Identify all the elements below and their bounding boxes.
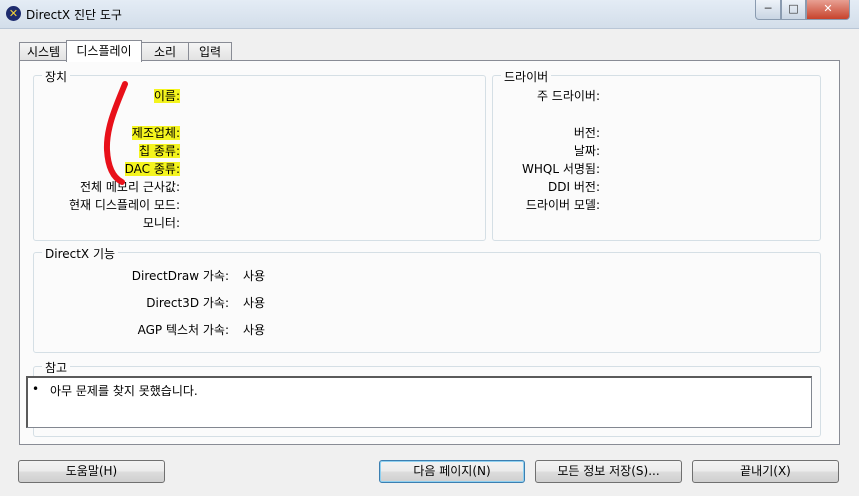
title-bar: ✕ DirectX 진단 도구 ─ □ ✕	[0, 0, 859, 29]
tab-input[interactable]: 입력	[188, 42, 232, 61]
feature-direct3d-value: 사용	[243, 296, 266, 310]
device-chip-type-label: 칩 종류:	[139, 144, 180, 158]
driver-ddi-version-label: DDI 버전:	[548, 180, 600, 194]
directx-icon: ✕	[6, 6, 21, 21]
tab-system[interactable]: 시스템	[19, 42, 68, 61]
driver-version-label: 버전:	[573, 126, 600, 140]
feature-directdraw-value: 사용	[243, 269, 266, 283]
feature-agp-value: 사용	[243, 323, 266, 337]
device-group-title: 장치	[42, 68, 71, 85]
note-item: 아무 문제를 찾지 못했습니다.	[50, 384, 198, 398]
device-manufacturer-label: 제조업체:	[131, 126, 180, 140]
notes-group-title: 참고	[42, 359, 71, 376]
note-bullet: •	[32, 382, 40, 396]
red-annotation-stroke	[103, 81, 128, 185]
features-group-title: DirectX 기능	[42, 245, 119, 262]
feature-agp-label: AGP 텍스처 가속:	[137, 323, 229, 337]
driver-whql-label: WHQL 서명됨:	[522, 162, 600, 176]
close-button[interactable]: ✕	[806, 0, 850, 20]
tab-sound[interactable]: 소리	[140, 42, 190, 61]
notes-textbox[interactable]: • 아무 문제를 찾지 못했습니다.	[26, 376, 812, 428]
tab-display[interactable]: 디스플레이	[66, 40, 142, 62]
feature-direct3d-label: Direct3D 가속:	[146, 296, 229, 310]
minimize-button[interactable]: ─	[755, 0, 781, 20]
maximize-button[interactable]: □	[781, 0, 806, 20]
feature-directdraw-label: DirectDraw 가속:	[131, 269, 229, 283]
driver-main-label: 주 드라이버:	[536, 89, 600, 103]
device-monitor-label: 모니터:	[142, 216, 180, 230]
next-page-button[interactable]: 다음 페이지(N)	[379, 460, 525, 483]
driver-group-title: 드라이버	[501, 68, 552, 85]
driver-model-label: 드라이버 모델:	[525, 198, 600, 212]
help-button[interactable]: 도움말(H)	[18, 460, 165, 483]
save-all-info-button[interactable]: 모든 정보 저장(S)...	[535, 460, 682, 483]
device-name-label: 이름:	[153, 89, 180, 103]
window-title: DirectX 진단 도구	[26, 8, 122, 22]
device-display-mode-label: 현재 디스플레이 모드:	[68, 198, 180, 212]
exit-button[interactable]: 끝내기(X)	[692, 460, 839, 483]
red-annotation-mark	[103, 81, 128, 185]
driver-date-label: 날짜:	[573, 144, 600, 158]
